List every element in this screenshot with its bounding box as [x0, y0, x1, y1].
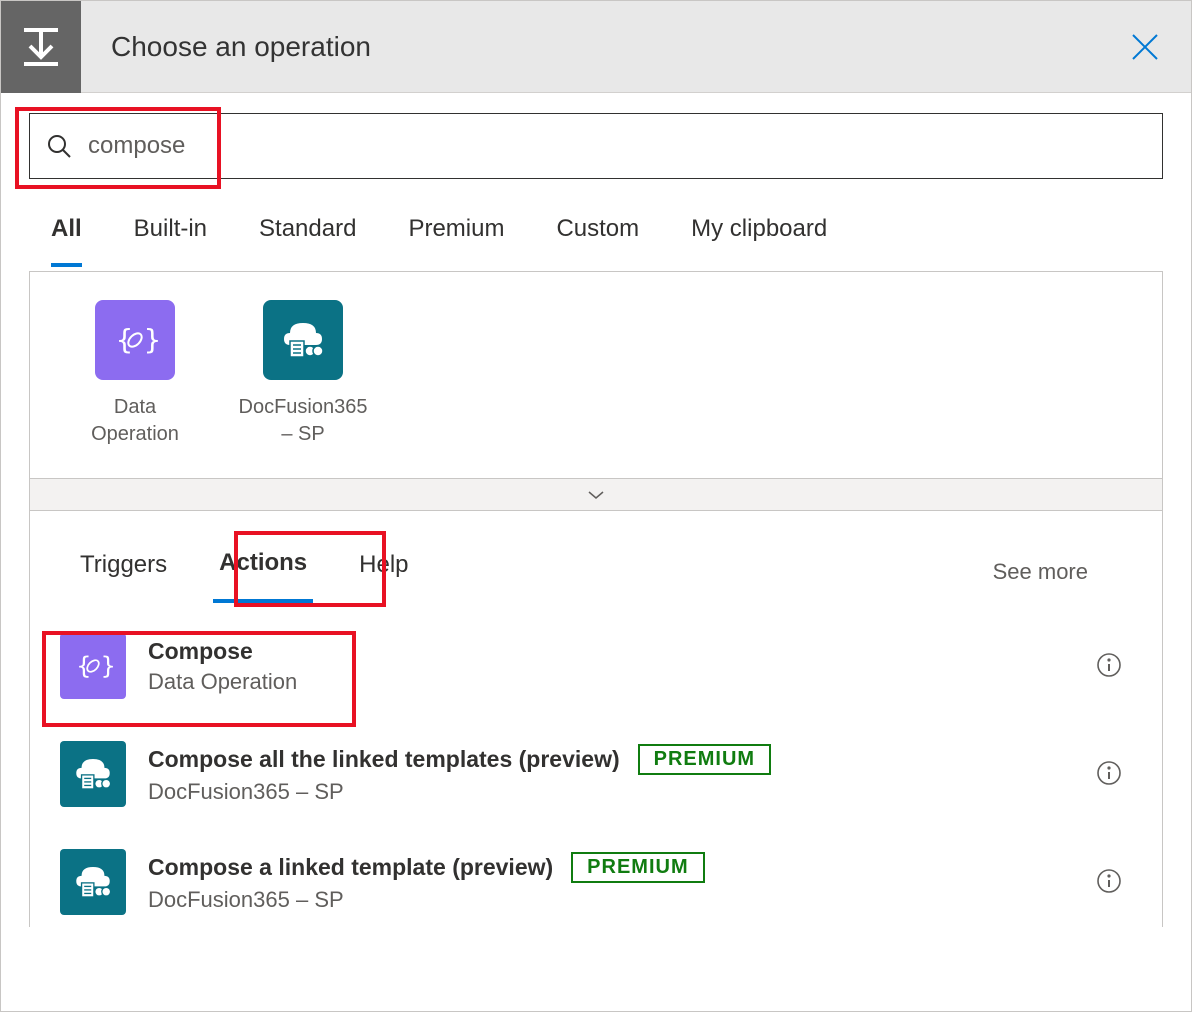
svg-text:}: } — [101, 651, 113, 680]
tab-standard[interactable]: Standard — [259, 215, 356, 267]
action-title: Compose a linked template (preview) — [148, 854, 553, 881]
category-tabs: All Built-in Standard Premium Custom My … — [1, 187, 1191, 267]
dialog-title: Choose an operation — [81, 31, 1115, 63]
docfusion-icon — [60, 849, 126, 915]
tab-my-clipboard[interactable]: My clipboard — [691, 215, 827, 267]
close-button[interactable] — [1115, 17, 1175, 77]
action-compose[interactable]: { } Compose Data Operation — [60, 621, 1132, 711]
tab-actions[interactable]: Actions — [213, 541, 313, 603]
action-list: { } Compose Data Operation — [30, 603, 1162, 927]
svg-text:}: } — [144, 323, 158, 356]
info-button[interactable] — [1096, 868, 1124, 896]
search-area — [1, 93, 1191, 187]
action-title: Compose — [148, 638, 253, 665]
operations-tabs: Triggers Actions Help See more — [30, 541, 1162, 603]
connector-data-operation[interactable]: { } Data Operation — [80, 300, 190, 448]
premium-badge: PREMIUM — [571, 852, 704, 883]
chevron-down-icon — [586, 489, 606, 501]
action-compose-linked-template[interactable]: Compose a linked template (preview) PREM… — [60, 837, 1132, 927]
connector-label: DocFusion365 – SP — [239, 394, 368, 448]
action-subtitle: Data Operation — [148, 669, 1074, 695]
tab-all[interactable]: All — [51, 215, 82, 267]
operations-panel: Triggers Actions Help See more { } Compo… — [29, 511, 1163, 927]
docfusion-icon — [263, 300, 343, 380]
close-icon — [1130, 32, 1160, 62]
action-title: Compose all the linked templates (previe… — [148, 746, 620, 773]
tab-triggers[interactable]: Triggers — [74, 543, 173, 601]
tab-help[interactable]: Help — [353, 543, 414, 601]
connector-label: Data Operation — [80, 394, 190, 448]
search-box[interactable] — [29, 113, 1163, 179]
info-icon — [1096, 868, 1122, 894]
action-subtitle: DocFusion365 – SP — [148, 779, 1074, 805]
info-button[interactable] — [1096, 652, 1124, 680]
info-icon — [1096, 760, 1122, 786]
expand-connectors-button[interactable] — [30, 478, 1162, 510]
data-operation-icon: { } — [60, 633, 126, 699]
connector-docfusion365-sp[interactable]: DocFusion365 – SP — [248, 300, 358, 448]
search-input[interactable] — [88, 132, 1146, 160]
action-subtitle: DocFusion365 – SP — [148, 887, 1074, 913]
tab-custom[interactable]: Custom — [556, 215, 639, 267]
premium-badge: PREMIUM — [638, 744, 771, 775]
info-icon — [1096, 652, 1122, 678]
tab-built-in[interactable]: Built-in — [134, 215, 207, 267]
docfusion-icon — [60, 741, 126, 807]
see-more-link[interactable]: See more — [993, 559, 1118, 585]
data-operation-icon: { } — [95, 300, 175, 380]
action-compose-all-linked-templates[interactable]: Compose all the linked templates (previe… — [60, 729, 1132, 819]
tab-premium[interactable]: Premium — [408, 215, 504, 267]
operation-type-icon — [1, 1, 81, 93]
dialog-header: Choose an operation — [1, 1, 1191, 93]
info-button[interactable] — [1096, 760, 1124, 788]
connectors-panel: { } Data Operation — [29, 271, 1163, 511]
search-icon — [46, 133, 72, 159]
